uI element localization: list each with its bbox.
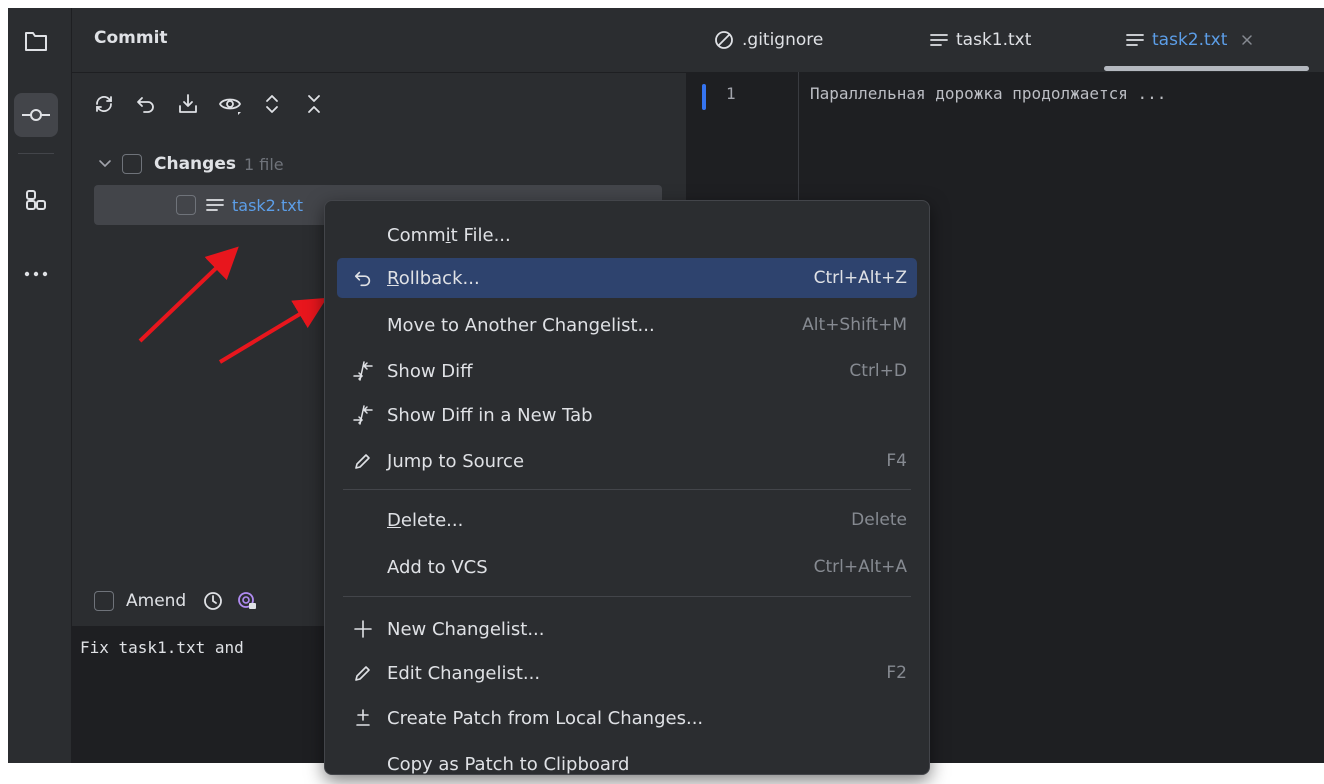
diff-icon [351,403,375,427]
editor-tabs: .gitignore task1.txt task2.txt [686,8,1324,73]
menu-item-shortcut: Ctrl+D [849,361,907,381]
menu-item-commit-file[interactable]: Commit File... [337,215,917,255]
code-line: Параллельная дорожка продолжается ... [810,84,1167,103]
tab-task1[interactable]: task1.txt [930,26,1031,54]
panel-title: Commit [94,28,168,48]
text-file-icon [930,34,948,46]
context-menu: Commit File... Rollback... Ctrl+Alt+Z Mo… [324,200,930,775]
menu-item-shortcut: Ctrl+Alt+A [813,557,907,577]
expand-icon [266,95,278,113]
ai-assistant-icon[interactable] [236,590,258,612]
plus-icon [351,617,375,641]
menu-item-shortcut: Ctrl+Alt+Z [813,268,907,288]
menu-item-label: Show Diff in a New Tab [387,404,593,426]
menu-item-shortcut: Delete [851,510,907,530]
tab-task2[interactable]: task2.txt [1126,26,1253,54]
menu-item-label: Copy as Patch to Clipboard [387,753,630,775]
menu-item-edit-changelist[interactable]: Edit Changelist... F2 [337,653,917,693]
active-tab-indicator [1104,66,1309,71]
expand-all-button[interactable] [258,90,286,118]
menu-item-delete[interactable]: Delete... Delete [337,500,917,540]
menu-item-label: Rollback... [387,267,480,289]
text-file-icon [206,199,224,211]
menu-item-create-patch[interactable]: Create Patch from Local Changes... [337,698,917,738]
more-icon [24,271,48,277]
menu-item-shortcut: F4 [886,451,907,471]
history-icon[interactable] [202,590,224,612]
menu-item-label: Delete... [387,509,464,531]
menu-item-add-to-vcs[interactable]: Add to VCS Ctrl+Alt+A [337,547,917,587]
tab-label: .gitignore [742,30,824,50]
amend-label: Amend [126,591,187,611]
menu-item-label: Move to Another Changelist... [387,314,655,336]
change-marker[interactable] [702,84,706,110]
folder-icon [25,32,47,51]
commit-panel-header: Commit [72,8,686,73]
activity-strip [8,8,72,763]
commit-icon [22,109,50,121]
patch-icon [351,706,375,730]
file-checkbox[interactable] [176,195,196,215]
changes-label: Changes [154,154,236,174]
collapse-icon [308,95,320,113]
commit-toolbar [90,90,328,118]
menu-item-shortcut: F2 [886,663,907,683]
menu-item-label: Commit File... [387,224,511,246]
close-icon[interactable] [1241,34,1253,46]
menu-separator [343,596,911,597]
amend-checkbox[interactable] [94,591,114,611]
preview-button[interactable] [216,90,244,118]
menu-item-copy-as-patch[interactable]: Copy as Patch to Clipboard [337,744,917,784]
menu-item-label: Add to VCS [387,556,488,578]
menu-item-label: Jump to Source [387,450,525,472]
changes-group-row[interactable]: Changes 1 file [98,146,284,182]
diff-icon [351,359,375,383]
edit-icon [351,661,375,685]
tab-label: task1.txt [956,30,1032,50]
refresh-icon [96,96,112,112]
chevron-down-icon[interactable] [98,157,112,171]
refresh-button[interactable] [90,90,118,118]
menu-item-label: Edit Changelist... [387,662,541,684]
edit-icon [351,449,375,473]
ignore-icon [715,31,733,49]
menu-item-rollback[interactable]: Rollback... Ctrl+Alt+Z [337,258,917,298]
rollback-icon [351,266,375,290]
line-number: 1 [726,84,736,103]
tab-gitignore[interactable]: .gitignore [714,26,823,54]
more-tools-button[interactable] [14,252,58,296]
changes-checkbox[interactable] [122,154,142,174]
commit-message-text: Fix task1.txt and [80,638,244,657]
rollback-icon [137,97,154,113]
menu-item-move-to-changelist[interactable]: Move to Another Changelist... Alt+Shift+… [337,305,917,345]
update-button[interactable] [174,90,202,118]
amend-row: Amend [94,586,258,616]
strip-separator [18,153,54,154]
menu-item-label: Create Patch from Local Changes... [387,707,704,729]
changes-count: 1 file [243,154,284,174]
file-name: task2.txt [232,195,303,215]
eye-icon [218,98,242,115]
menu-item-label: Show Diff [387,360,473,382]
menu-item-shortcut: Alt+Shift+M [802,315,907,335]
menu-separator [343,489,911,490]
menu-item-show-diff[interactable]: Show Diff Ctrl+D [337,351,917,391]
menu-item-jump-to-source[interactable]: Jump to Source F4 [337,441,917,481]
menu-item-new-changelist[interactable]: New Changelist... [337,609,917,649]
rollback-toolbar-button[interactable] [132,90,160,118]
collapse-all-button[interactable] [300,90,328,118]
text-file-icon [1126,34,1144,46]
structure-icon [26,190,46,210]
menu-item-label: New Changelist... [387,618,545,640]
project-tool-button[interactable] [14,19,58,63]
tab-label: task2.txt [1152,30,1228,50]
menu-item-show-diff-new-tab[interactable]: Show Diff in a New Tab [337,395,917,435]
commit-tool-button[interactable] [14,93,58,137]
download-icon [179,94,197,113]
structure-tool-button[interactable] [14,178,58,222]
